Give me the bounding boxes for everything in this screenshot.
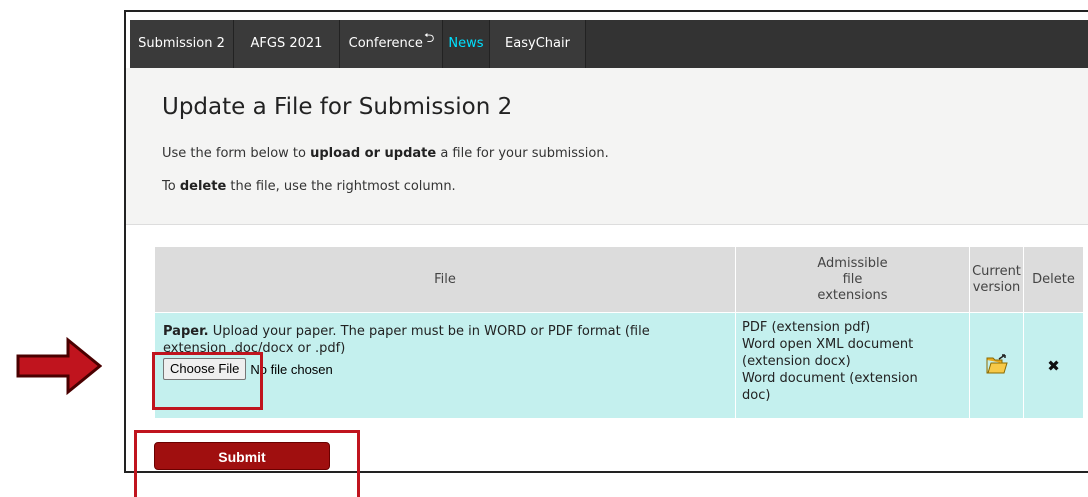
column-header-extensions: Admissible file extensions [735, 246, 970, 313]
instruction-text: the file, use the rightmost column. [226, 179, 456, 194]
header-line: Admissible [817, 255, 888, 271]
table-header-row: File Admissible file extensions Current … [154, 246, 1084, 313]
instruction-text: a file for your submission. [436, 146, 609, 161]
column-header-delete: Delete [1023, 246, 1084, 313]
file-desc-text: Upload your paper. The paper must be in … [208, 324, 650, 339]
instruction-text: To [162, 179, 180, 194]
easychair-window: Submission 2 AFGS 2021 Conference⮌ News … [124, 10, 1088, 473]
file-name: Paper. [163, 324, 209, 339]
info-panel: Update a File for Submission 2 Use the f… [126, 68, 1088, 225]
menu-item-news[interactable]: News [443, 20, 490, 68]
extension-text: (extension docx) [742, 354, 851, 369]
submit-highlight [134, 430, 360, 497]
menu-item-label: AFGS 2021 [250, 36, 323, 51]
header-line: extensions [817, 287, 888, 303]
return-arrow-icon: ⮌ [423, 31, 435, 46]
menu-item-label: Conference [348, 36, 423, 51]
extension-text: Word document (extension [742, 371, 918, 386]
extension-text: PDF (extension pdf) [742, 320, 871, 335]
menu-item-label: News [448, 36, 484, 51]
header-line: version [972, 279, 1021, 295]
extensions-cell: PDF (extension pdf) Word open XML docume… [735, 312, 970, 419]
open-folder-icon[interactable] [985, 353, 1009, 375]
instruction-upload: Use the form below to upload or update a… [162, 146, 609, 161]
menu-item-conference[interactable]: Conference⮌ [340, 20, 443, 68]
menu-item-submission[interactable]: Submission 2 [130, 20, 234, 68]
delete-cell: ✖ [1023, 312, 1084, 419]
menu-item-easychair[interactable]: EasyChair [490, 20, 586, 68]
close-icon[interactable]: ✖ [1047, 357, 1060, 375]
instruction-bold: upload or update [310, 146, 437, 161]
extension-text: Word open XML document [742, 337, 914, 352]
choose-file-highlight [152, 352, 263, 410]
menu-item-afgs[interactable]: AFGS 2021 [234, 20, 340, 68]
files-table: File Admissible file extensions Current … [154, 246, 1084, 419]
menu-item-label: EasyChair [505, 36, 570, 51]
current-version-cell [969, 312, 1024, 419]
page-title: Update a File for Submission 2 [162, 94, 513, 120]
column-header-current-version: Current version [969, 246, 1024, 313]
instruction-delete: To delete the file, use the rightmost co… [162, 179, 456, 194]
annotation-arrow-icon [16, 336, 102, 396]
header-line: file [842, 271, 863, 287]
menu-bar: Submission 2 AFGS 2021 Conference⮌ News … [130, 20, 1088, 68]
header-line: Current [972, 263, 1021, 279]
extension-text: doc) [742, 388, 771, 403]
table-row: Paper. Upload your paper. The paper must… [154, 312, 1084, 419]
instruction-bold: delete [179, 179, 227, 194]
column-header-file: File [154, 246, 736, 313]
menu-item-label: Submission 2 [138, 36, 225, 51]
instruction-text: Use the form below to [162, 146, 311, 161]
